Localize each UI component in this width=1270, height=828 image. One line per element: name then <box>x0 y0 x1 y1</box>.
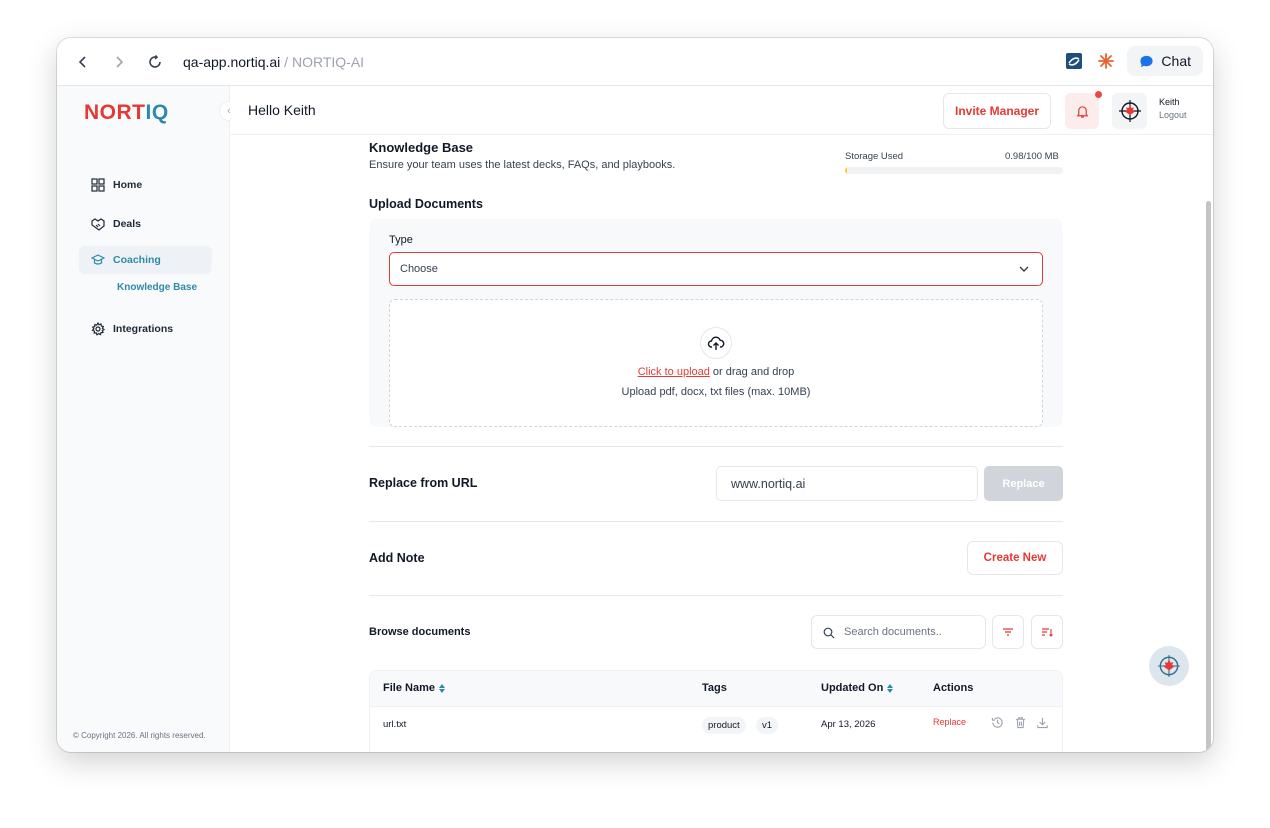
sidebar-item-label: Coaching <box>113 254 161 266</box>
replace-url-input[interactable]: www.nortiq.ai <box>716 466 978 501</box>
sidebar: NORTIQ ‹ Home Deals Coaching Knowledge B… <box>57 86 239 752</box>
sidebar-item-coaching[interactable]: Coaching <box>79 246 212 274</box>
chevron-down-icon <box>1019 266 1029 272</box>
tag-chip: v1 <box>756 717 779 734</box>
chat-label: Chat <box>1161 53 1191 69</box>
sidebar-item-integrations[interactable]: Integrations <box>79 315 212 343</box>
storage-progress-bar <box>845 167 1063 174</box>
graduation-cap-icon <box>91 254 105 265</box>
cloud-upload-icon <box>700 327 732 359</box>
url-host: qa-app.nortiq.ai <box>183 53 281 70</box>
page-title: Knowledge Base <box>369 140 474 155</box>
create-new-button[interactable]: Create New <box>967 541 1063 575</box>
row-updated-on: Apr 13, 2026 <box>821 719 876 730</box>
address-bar[interactable]: qa-app.nortiq.ai / NORTIQ-AI <box>183 54 364 70</box>
sidebar-item-home[interactable]: Home <box>79 171 212 199</box>
browse-documents-title: Browse documents <box>369 626 471 638</box>
notification-badge-dot <box>1095 91 1102 98</box>
chevron-left-icon <box>78 55 86 68</box>
url-separator: / <box>280 53 292 70</box>
invite-manager-button[interactable]: Invite Manager <box>943 93 1051 129</box>
grid-icon <box>91 178 105 192</box>
user-name: Keith <box>1159 97 1180 107</box>
main-content: Knowledge Base Ensure your team uses the… <box>230 135 1213 752</box>
nortiq-logo[interactable]: NORTIQ <box>84 101 169 125</box>
browser-window: qa-app.nortiq.ai / NORTIQ-AI Chat NORTIQ… <box>57 38 1213 752</box>
storage-value: 0.98/100 MB <box>1005 151 1059 162</box>
tag-chip: product <box>702 717 746 734</box>
extension-sunburst-icon[interactable] <box>1095 50 1117 72</box>
drag-drop-text: or drag and drop <box>709 366 795 378</box>
type-label: Type <box>389 234 413 246</box>
app-header: Hello Keith Invite Manager Keith Logout <box>230 86 1213 135</box>
section-divider <box>369 446 1063 447</box>
column-actions: Actions <box>933 682 974 694</box>
column-file-name[interactable]: File Name <box>383 682 445 694</box>
page-scrollbar[interactable] <box>1206 201 1211 752</box>
sidebar-subitem-knowledge-base[interactable]: Knowledge Base <box>117 282 197 293</box>
browser-toolbar: qa-app.nortiq.ai / NORTIQ-AI Chat <box>57 38 1213 86</box>
sidebar-item-label: Deals <box>113 218 142 230</box>
type-select-value: Choose <box>400 263 438 275</box>
history-icon[interactable] <box>991 716 1004 729</box>
user-avatar[interactable] <box>1112 93 1147 129</box>
reload-icon <box>149 54 161 68</box>
maple-leaf-compass-icon <box>1158 655 1180 677</box>
column-updated-on[interactable]: Updated On <box>821 682 894 694</box>
url-title: NORTIQ-AI <box>291 53 365 70</box>
click-to-upload-link[interactable]: Click to upload <box>638 366 710 378</box>
row-replace-action[interactable]: Replace <box>933 717 966 727</box>
filter-icon <box>1003 628 1013 636</box>
type-select[interactable]: Choose <box>389 252 1043 286</box>
dropzone-hint: Upload pdf, docx, txt files (max. 10MB) <box>621 386 811 398</box>
row-file-name[interactable]: url.txt <box>383 719 406 730</box>
filter-button[interactable] <box>992 615 1024 649</box>
sort-arrows-icon <box>887 683 894 693</box>
page-subtitle: Ensure your team uses the latest decks, … <box>369 159 676 171</box>
add-note-title: Add Note <box>369 551 425 565</box>
documents-table: File Name Tags Updated On Actions url.tx… <box>369 670 1063 752</box>
sidebar-item-deals[interactable]: Deals <box>79 210 212 238</box>
sort-button[interactable] <box>1031 615 1063 649</box>
reload-button[interactable] <box>137 44 173 80</box>
replace-url-title: Replace from URL <box>369 476 478 490</box>
handshake-icon <box>91 218 105 231</box>
chat-button[interactable]: Chat <box>1127 46 1203 76</box>
replace-url-button[interactable]: Replace <box>984 466 1063 501</box>
upload-panel: Type Choose Click to upload or drag and … <box>369 219 1063 427</box>
notifications-button[interactable] <box>1065 91 1102 129</box>
copyright-text: © Copyright 2026. All rights reserved. <box>73 731 206 740</box>
sidebar-item-label: Home <box>113 179 143 191</box>
search-icon <box>823 627 835 639</box>
search-placeholder: Search documents.. <box>844 626 942 638</box>
sidebar-item-label: Integrations <box>113 323 174 335</box>
upload-documents-title: Upload Documents <box>369 197 483 211</box>
file-dropzone[interactable]: Click to upload or drag and drop Upload … <box>389 299 1043 427</box>
sort-list-icon <box>1042 628 1053 637</box>
search-documents-input[interactable]: Search documents.. <box>811 615 986 649</box>
bell-icon <box>1076 105 1088 118</box>
download-icon[interactable] <box>1036 716 1049 729</box>
column-tags: Tags <box>702 682 727 694</box>
sort-arrows-icon <box>438 683 445 693</box>
back-button[interactable] <box>65 44 101 80</box>
compass-leaf-icon <box>1118 100 1141 122</box>
chevron-right-icon <box>116 55 124 68</box>
greeting: Hello Keith <box>248 102 316 118</box>
chat-bubble-icon <box>1140 55 1154 67</box>
logout-link[interactable]: Logout <box>1159 110 1187 120</box>
forward-button[interactable] <box>101 44 137 80</box>
extension-s-icon[interactable] <box>1063 50 1085 72</box>
storage-progress-fill <box>845 167 848 174</box>
gear-icon <box>91 322 105 336</box>
table-header: File Name Tags Updated On Actions <box>370 671 1062 707</box>
dropzone-instructions: Click to upload or drag and drop <box>390 366 1042 378</box>
section-divider <box>369 521 1063 522</box>
section-divider <box>369 595 1063 596</box>
trash-icon[interactable] <box>1014 716 1027 729</box>
storage-label: Storage Used <box>845 151 904 162</box>
assistant-fab-button[interactable] <box>1149 646 1189 686</box>
